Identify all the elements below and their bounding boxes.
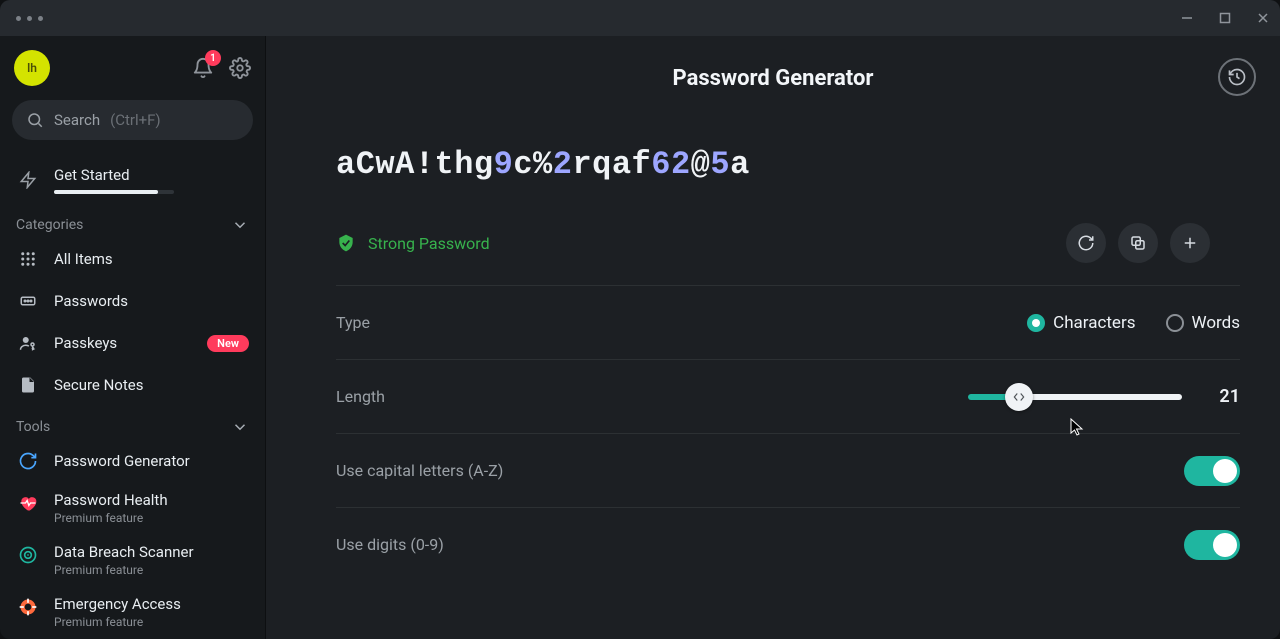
search-icon — [26, 111, 44, 129]
sidebar-item-label: Data Breach Scanner — [54, 543, 194, 561]
setting-length: Length 21 — [336, 359, 1240, 433]
page-title: Password Generator — [673, 66, 874, 91]
sidebar-item-secure-notes[interactable]: Secure Notes — [0, 364, 265, 406]
premium-sub: Premium feature — [54, 615, 181, 629]
sidebar-item-data-breach[interactable]: Data Breach Scanner Premium feature — [0, 534, 265, 586]
main-content: Password Generator aCwA!thg9c%2rqaf62@5a… — [266, 36, 1280, 639]
add-button[interactable] — [1170, 223, 1210, 263]
notifications-badge: 1 — [205, 50, 221, 66]
sidebar-item-password-health[interactable]: Password Health Premium feature — [0, 482, 265, 534]
setting-type: Type Characters Words — [336, 285, 1240, 359]
slider-grip-icon — [1012, 390, 1026, 404]
sidebar-item-passwords[interactable]: Passwords — [0, 280, 265, 322]
sidebar-item-all-items[interactable]: All Items — [0, 238, 265, 280]
titlebar-menu-dots[interactable] — [10, 16, 43, 21]
sidebar: lh 1 Search (Ctrl+F) Get Started — [0, 36, 266, 639]
tools-header-label: Tools — [16, 419, 50, 435]
sidebar-get-started[interactable]: Get Started — [0, 156, 265, 204]
radio-label: Words — [1192, 313, 1241, 333]
copy-icon — [1129, 234, 1147, 252]
sidebar-item-label: Password Health — [54, 491, 168, 509]
avatar[interactable]: lh — [14, 50, 50, 86]
sidebar-item-label: Passwords — [54, 292, 128, 310]
generated-password[interactable]: aCwA!thg9c%2rqaf62@5a — [336, 146, 1210, 183]
sidebar-item-label: All Items — [54, 250, 113, 268]
sidebar-item-label: Password Generator — [54, 452, 190, 470]
note-icon — [16, 373, 40, 397]
categories-header-label: Categories — [16, 217, 83, 233]
slider-thumb[interactable] — [1005, 383, 1033, 411]
setting-capitals: Use capital letters (A-Z) — [336, 433, 1240, 507]
length-value: 21 — [1210, 386, 1240, 407]
refresh-icon — [1077, 234, 1095, 252]
password-icon — [16, 289, 40, 313]
premium-sub: Premium feature — [54, 563, 194, 577]
minimize-button[interactable] — [1180, 11, 1194, 25]
search-label: Search — [54, 111, 100, 129]
premium-sub: Premium feature — [54, 511, 168, 525]
length-label: Length — [336, 387, 385, 406]
regenerate-button[interactable] — [1066, 223, 1106, 263]
digits-toggle[interactable] — [1184, 530, 1240, 560]
copy-button[interactable] — [1118, 223, 1158, 263]
new-badge: New — [207, 335, 249, 352]
get-started-label: Get Started — [54, 166, 174, 184]
capitals-label: Use capital letters (A-Z) — [336, 461, 503, 480]
grid-icon — [16, 247, 40, 271]
digits-label: Use digits (0-9) — [336, 535, 444, 554]
categories-header[interactable]: Categories — [0, 204, 265, 238]
scanner-icon — [16, 543, 40, 567]
setting-digits: Use digits (0-9) — [336, 507, 1240, 581]
notifications-button[interactable]: 1 — [191, 56, 215, 80]
generator-icon — [16, 449, 40, 473]
titlebar — [0, 0, 1280, 36]
settings-icon[interactable] — [229, 57, 251, 79]
close-button[interactable] — [1256, 11, 1270, 25]
chevron-down-icon — [231, 418, 249, 436]
maximize-button[interactable] — [1218, 11, 1232, 25]
capitals-toggle[interactable] — [1184, 456, 1240, 486]
type-radio-words[interactable]: Words — [1166, 313, 1241, 333]
strength-label: Strong Password — [368, 234, 490, 253]
history-icon — [1227, 67, 1247, 87]
sidebar-item-passkeys[interactable]: Passkeys New — [0, 322, 265, 364]
type-radio-characters[interactable]: Characters — [1027, 313, 1135, 333]
shield-check-icon — [336, 233, 356, 253]
tools-header[interactable]: Tools — [0, 406, 265, 440]
passkey-icon — [16, 331, 40, 355]
health-icon — [16, 491, 40, 515]
chevron-down-icon — [231, 216, 249, 234]
sidebar-item-label: Passkeys — [54, 334, 117, 352]
sidebar-item-label: Emergency Access — [54, 595, 181, 613]
history-button[interactable] — [1218, 58, 1256, 96]
search-input[interactable]: Search (Ctrl+F) — [12, 100, 253, 140]
flash-icon — [16, 168, 40, 192]
radio-label: Characters — [1053, 313, 1135, 333]
type-label: Type — [336, 313, 370, 332]
sidebar-item-emergency-access[interactable]: Emergency Access Premium feature — [0, 586, 265, 638]
window-controls — [1180, 11, 1270, 25]
length-slider[interactable] — [968, 394, 1182, 400]
sidebar-item-label: Secure Notes — [54, 376, 143, 394]
sidebar-item-password-generator[interactable]: Password Generator — [0, 440, 265, 482]
plus-icon — [1181, 234, 1199, 252]
lifebuoy-icon — [16, 595, 40, 619]
search-shortcut: (Ctrl+F) — [110, 111, 161, 129]
